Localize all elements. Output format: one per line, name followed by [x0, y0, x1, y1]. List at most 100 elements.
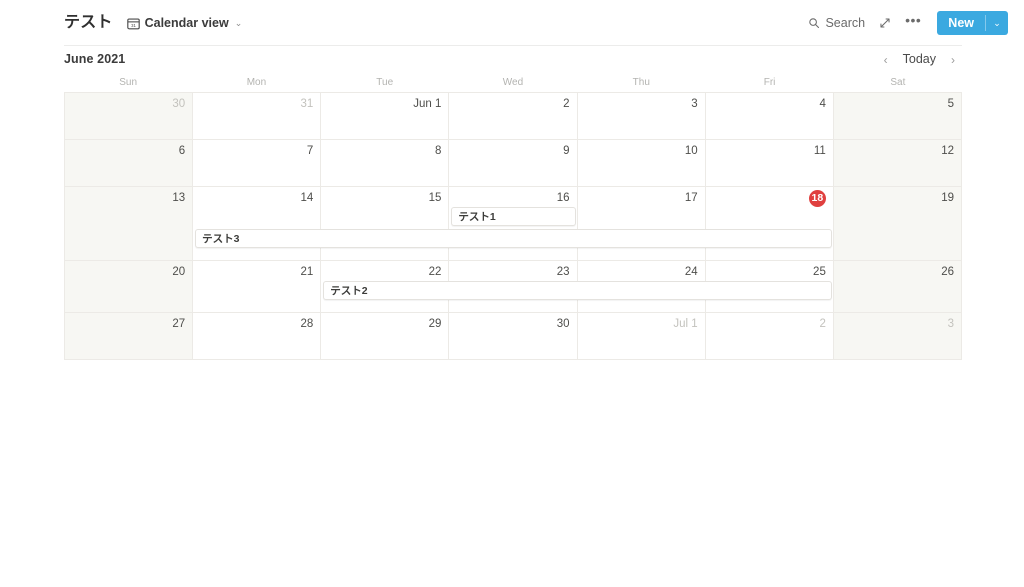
calendar-view: Sun Mon Tue Wed Thu Fri Sat 30 31 Jun 1234567891…: [64, 73, 962, 360]
previous-month-button[interactable]: ‹: [877, 51, 895, 69]
calendar-day-cell[interactable]: 30: [65, 93, 194, 140]
day-number: 30: [172, 98, 186, 110]
expand-button[interactable]: [872, 13, 898, 33]
today-badge: 18: [808, 190, 826, 207]
calendar-day-cell[interactable]: 26: [833, 261, 962, 313]
day-number: 18: [713, 190, 826, 207]
day-number: 23: [556, 266, 570, 278]
day-number: 24: [684, 266, 698, 278]
day-number: 14: [300, 192, 314, 204]
day-number: 21: [300, 266, 314, 278]
calendar-day-cell[interactable]: 2: [449, 93, 578, 140]
day-number: 9: [563, 145, 570, 157]
day-number: 15: [428, 192, 442, 204]
calendar-day-cell[interactable]: 19: [833, 187, 962, 261]
view-switcher-label: Calendar view: [144, 15, 229, 30]
day-number: 20: [172, 266, 186, 278]
calendar-day-cell[interactable]: 9: [449, 140, 578, 187]
search-label: Search: [825, 15, 866, 30]
calendar-day-cell[interactable]: 21: [193, 261, 322, 313]
page-title: テスト: [64, 14, 113, 31]
day-number: 3: [947, 318, 954, 330]
calendar-day-cell[interactable]: 20: [65, 261, 194, 313]
top-bar: テスト 31 Calendar view ⌄ Search ••• New ⌄: [0, 0, 1024, 46]
calendar-day-cell[interactable]: 15: [321, 187, 450, 261]
calendar-day-cell[interactable]: 4: [705, 93, 834, 140]
calendar-day-cell[interactable]: 3: [577, 93, 706, 140]
calendar-day-cell[interactable]: 28: [193, 313, 322, 360]
calendar-day-cell[interactable]: 7: [193, 140, 322, 187]
day-number: 28: [300, 318, 314, 330]
day-of-week-header: Sun Mon Tue Wed Thu Fri Sat: [64, 73, 962, 92]
chevron-left-icon: ‹: [883, 52, 888, 67]
day-number: 3: [691, 98, 698, 110]
calendar-day-cell[interactable]: 8: [321, 140, 450, 187]
calendar-day-cell[interactable]: 3: [833, 313, 962, 360]
calendar-day-cell[interactable]: 6: [65, 140, 194, 187]
day-number: 5: [947, 98, 954, 110]
day-of-week-tue: Tue: [376, 76, 394, 88]
day-of-week-fri: Fri: [763, 76, 776, 88]
calendar-week-row: 20 21 22 23 24 25 26 テスト2: [65, 261, 962, 313]
search-icon: [808, 17, 820, 29]
calendar-icon: 31: [126, 17, 140, 30]
calendar-day-cell[interactable]: Jun 1: [321, 93, 450, 140]
day-number: 2: [563, 98, 570, 110]
day-of-week-wed: Wed: [502, 76, 524, 88]
calendar-event[interactable]: テスト3: [195, 229, 832, 248]
calendar-day-cell[interactable]: 31: [193, 93, 322, 140]
next-month-button[interactable]: ›: [944, 51, 962, 69]
calendar-day-cell[interactable]: 30: [449, 313, 578, 360]
calendar-nav: ‹ Today ›: [877, 50, 962, 69]
calendar-day-cell[interactable]: 5: [833, 93, 962, 140]
day-number: 30: [556, 318, 570, 330]
calendar-week-row: 27 28 29 30 Jul 1 2 3: [65, 313, 962, 360]
expand-arrows-icon: [879, 17, 891, 29]
day-number: 4: [819, 98, 826, 110]
day-of-week-thu: Thu: [632, 76, 650, 88]
search-button[interactable]: Search: [801, 13, 872, 34]
day-number: 25: [813, 266, 826, 278]
day-number: 22: [428, 266, 442, 278]
day-number: 6: [178, 145, 186, 157]
view-switcher[interactable]: 31 Calendar view ⌄: [122, 14, 248, 33]
chevron-right-icon: ›: [951, 52, 955, 67]
day-number: 13: [172, 192, 186, 204]
month-bar: June 2021 ‹ Today ›: [0, 46, 1024, 73]
calendar-week-row: 6 7 8 9 10 11 12: [65, 140, 962, 187]
today-button[interactable]: Today: [897, 50, 942, 69]
calendar-day-cell[interactable]: 10: [577, 140, 706, 187]
ellipsis-icon: •••: [905, 12, 922, 28]
day-number: 7: [306, 145, 314, 157]
chevron-down-icon: ⌄: [234, 17, 243, 28]
top-bar-right: Search ••• New ⌄: [801, 11, 1008, 35]
calendar-day-cell[interactable]: 17: [577, 187, 706, 261]
day-number: Jul 1: [673, 318, 698, 330]
calendar-day-cell[interactable]: 29: [321, 313, 450, 360]
day-number: 11: [813, 145, 826, 157]
calendar-day-cell[interactable]: 18: [705, 187, 834, 261]
calendar-day-cell[interactable]: 12: [833, 140, 962, 187]
new-button-chevron-down-icon[interactable]: ⌄: [986, 11, 1008, 35]
calendar-day-cell[interactable]: 2: [705, 313, 834, 360]
calendar-grid: 30 31 Jun 1 2 3 4 5 6 7 8 9 10 11 12 13 14 15 16 17 18 19 テスト…: [64, 92, 962, 360]
more-options-button[interactable]: •••: [898, 12, 928, 34]
day-number: 8: [435, 145, 442, 157]
calendar-day-cell[interactable]: 13: [65, 187, 194, 261]
calendar-day-cell[interactable]: 14: [193, 187, 322, 261]
day-number: 17: [684, 192, 698, 204]
top-bar-left: テスト 31 Calendar view ⌄: [64, 14, 247, 33]
new-button-label: New: [948, 15, 974, 30]
day-number: Jun 1: [413, 98, 442, 110]
day-number: 10: [684, 145, 698, 157]
new-button[interactable]: New ⌄: [937, 11, 1008, 35]
calendar-week-row: 30 31 Jun 1 2 3 4 5: [65, 93, 962, 140]
calendar-event[interactable]: テスト2: [323, 281, 832, 300]
day-number: 26: [941, 266, 954, 278]
calendar-day-cell[interactable]: Jul 1: [577, 313, 706, 360]
calendar-event[interactable]: テスト1: [451, 207, 576, 226]
day-number: 19: [941, 192, 954, 204]
month-label: June 2021: [64, 52, 126, 67]
calendar-day-cell[interactable]: 11: [705, 140, 834, 187]
calendar-day-cell[interactable]: 27: [65, 313, 194, 360]
